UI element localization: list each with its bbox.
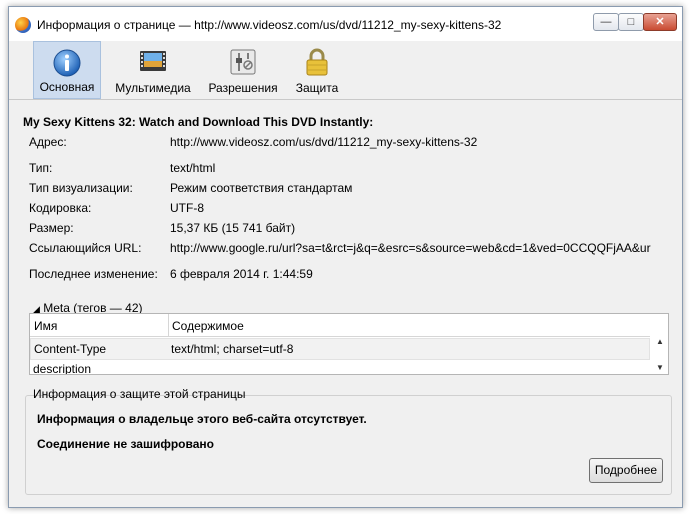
field-label: Тип визуализации: <box>29 181 133 195</box>
tab-general[interactable]: Основная <box>33 41 101 99</box>
scroll-up-icon[interactable]: ▲ <box>652 336 668 348</box>
page-title: My Sexy Kittens 32: Watch and Download T… <box>23 115 374 129</box>
permissions-icon <box>230 49 256 75</box>
column-header-name[interactable]: Имя <box>34 319 57 333</box>
details-button[interactable]: Подробнее <box>589 458 663 483</box>
tab-permissions-label: Разрешения <box>208 81 278 95</box>
field-value[interactable]: 6 февраля 2014 г. 1:44:59 <box>170 267 313 281</box>
table-row[interactable]: description <box>33 362 91 374</box>
field-label: Размер: <box>29 221 74 235</box>
field-value[interactable]: http://www.google.ru/url?sa=t&rct=j&q=&e… <box>170 241 651 255</box>
close-button[interactable]: ✕ <box>643 13 677 31</box>
tab-permissions[interactable]: Разрешения <box>205 41 281 99</box>
meta-table-header: Имя Содержимое <box>30 314 650 337</box>
tab-security[interactable]: Защита <box>289 41 345 99</box>
maximize-button[interactable]: □ <box>618 13 644 31</box>
column-header-content[interactable]: Содержимое <box>172 319 244 333</box>
field-label: Адрес: <box>29 135 67 149</box>
firefox-icon <box>15 17 31 33</box>
tab-media[interactable]: Мультимедиа <box>111 41 195 99</box>
meta-scrollbar[interactable]: ▲ ▼ <box>652 336 668 374</box>
field-label: Последнее изменение: <box>29 267 158 281</box>
media-icon <box>140 51 166 71</box>
window-title: Информация о странице — http://www.video… <box>37 18 502 32</box>
field-value[interactable]: UTF-8 <box>170 201 204 215</box>
column-divider[interactable] <box>168 314 169 336</box>
security-legend: Информация о защите этой страницы <box>33 387 246 401</box>
meta-name-cell: description <box>33 362 92 374</box>
title-bar: Информация о странице — http://www.video… <box>9 7 682 41</box>
field-label: Кодировка: <box>29 201 92 215</box>
field-label: Тип: <box>29 161 53 175</box>
security-owner-text: Информация о владельце этого веб-сайта о… <box>37 412 367 426</box>
info-icon <box>53 49 81 77</box>
security-connection-text: Соединение не зашифровано <box>37 437 214 451</box>
toolbar: Основная Мультимедиа Разрешения Защита <box>9 41 682 100</box>
lock-icon <box>306 48 328 76</box>
page-info-window: Информация о странице — http://www.video… <box>8 6 683 508</box>
scroll-down-icon[interactable]: ▼ <box>652 362 668 374</box>
tab-general-label: Основная <box>39 80 95 94</box>
minimize-button[interactable]: — <box>593 13 619 31</box>
tab-security-label: Защита <box>295 81 339 95</box>
field-value[interactable]: 15,37 КБ (15 741 байт) <box>170 221 295 235</box>
field-label: Ссылающийся URL: <box>29 241 142 255</box>
meta-content-cell: text/html; charset=utf-8 <box>171 342 294 356</box>
meta-table[interactable]: Имя Содержимое Content-Type text/html; c… <box>29 313 669 375</box>
field-value[interactable]: Режим соответствия стандартам <box>170 181 352 195</box>
field-value[interactable]: text/html <box>170 161 215 175</box>
table-row[interactable]: Content-Type text/html; charset=utf-8 <box>30 338 650 360</box>
tab-media-label: Мультимедиа <box>115 81 191 95</box>
meta-name-cell: Content-Type <box>34 342 107 356</box>
field-value[interactable]: http://www.videosz.com/us/dvd/11212_my-s… <box>170 135 477 149</box>
field-referrer: Ссылающийся URL: http://www.google.ru/ur… <box>29 241 671 257</box>
